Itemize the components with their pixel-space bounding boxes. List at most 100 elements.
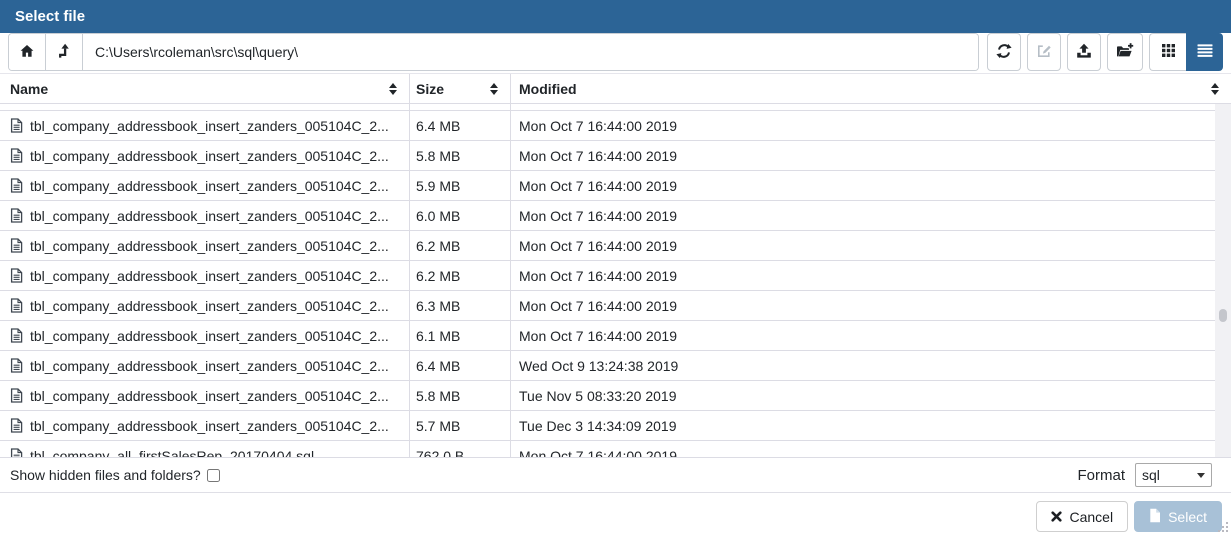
- path-input[interactable]: [83, 34, 978, 70]
- rename-button[interactable]: [1027, 33, 1061, 71]
- file-text-icon: [10, 448, 23, 458]
- new-folder-button[interactable]: [1107, 33, 1143, 71]
- file-text-icon: [10, 388, 23, 403]
- file-modified: Tue Nov 5 08:33:20 2019: [511, 381, 1215, 410]
- select-file-dialog: Select file: [0, 0, 1231, 540]
- resize-grip[interactable]: [1217, 520, 1229, 538]
- file-size: 5.7 MB: [410, 411, 511, 440]
- file-name: tbl_company_addressbook_insert_zanders_0…: [30, 148, 389, 164]
- file-size: 762.0 B: [410, 441, 511, 458]
- file-row[interactable]: tbl_company_addressbook_insert_zanders_0…: [0, 231, 1215, 261]
- dialog-titlebar: Select file: [0, 0, 1231, 33]
- upload-icon: [1076, 43, 1092, 62]
- file-text-icon: [10, 178, 23, 193]
- show-hidden-label: Show hidden files and folders?: [10, 467, 201, 483]
- file-modified: Mon Oct 7 16:44:00 2019: [511, 321, 1215, 350]
- file-modified: Mon Oct 7 16:44:00 2019: [511, 291, 1215, 320]
- file-modified: Mon Oct 7 16:44:00 2019: [511, 231, 1215, 260]
- up-directory-button[interactable]: [46, 34, 83, 70]
- cancel-label: Cancel: [1069, 509, 1113, 525]
- file-text-icon: [10, 118, 23, 133]
- file-row[interactable]: tbl_company_addressbook_insert_zanders_0…: [0, 321, 1215, 351]
- table-header: Name Size Modified: [0, 74, 1231, 104]
- file-name: tbl_company_addressbook_insert_zanders_0…: [30, 238, 389, 254]
- column-label-size: Size: [416, 81, 444, 97]
- column-label-name: Name: [10, 81, 48, 97]
- vertical-scrollbar[interactable]: [1215, 104, 1231, 457]
- file-text-icon: [10, 268, 23, 283]
- file-name: tbl_company_addressbook_insert_zanders_0…: [30, 298, 389, 314]
- file-row[interactable]: tbl_company_addressbook_insert_zanders_0…: [0, 171, 1215, 201]
- file-size: 6.3 MB: [410, 291, 511, 320]
- level-up-icon: [57, 43, 72, 62]
- sort-icon: [1211, 83, 1219, 95]
- file-text-icon: [10, 418, 23, 433]
- file-row[interactable]: tbl_company_addressbook_insert_zanders_0…: [0, 201, 1215, 231]
- scrollbar-thumb[interactable]: [1219, 309, 1227, 322]
- file-name: tbl_company_addressbook_insert_zanders_0…: [30, 118, 389, 134]
- file-name: tbl_company_addressbook_insert_zanders_0…: [30, 268, 389, 284]
- file-modified: Wed Oct 9 13:24:38 2019: [511, 351, 1215, 380]
- file-size: 6.4 MB: [410, 111, 511, 140]
- sort-icon: [389, 83, 397, 95]
- file-size: 5.8 MB: [410, 141, 511, 170]
- file-table-body-wrap: tbl_company_addressbook_insert_zanders_0…: [0, 104, 1231, 458]
- file-row[interactable]: tbl_company_addressbook_insert_zanders_0…: [0, 111, 1215, 141]
- file-size: 6.1 MB: [410, 321, 511, 350]
- toolbar: [0, 33, 1231, 74]
- cancel-button[interactable]: Cancel: [1036, 501, 1128, 532]
- file-row[interactable]: tbl_company_addressbook_insert_zanders_0…: [0, 141, 1215, 171]
- dialog-footer: Cancel Select: [0, 493, 1231, 540]
- file-modified: Mon Oct 7 16:44:00 2019: [511, 261, 1215, 290]
- column-header-modified[interactable]: Modified: [511, 74, 1231, 103]
- file-size: 6.2 MB: [410, 231, 511, 260]
- list-icon: [1197, 44, 1213, 60]
- file-row[interactable]: tbl_company_addressbook_insert_zanders_0…: [0, 291, 1215, 321]
- file-name: tbl_company_addressbook_insert_zanders_0…: [30, 208, 389, 224]
- file-name: tbl_company_addressbook_insert_zanders_0…: [30, 178, 389, 194]
- grid-view-button[interactable]: [1149, 33, 1186, 71]
- options-row: Show hidden files and folders? Format sq…: [0, 458, 1231, 493]
- show-hidden-checkbox[interactable]: [207, 469, 220, 482]
- home-button[interactable]: [9, 34, 46, 70]
- file-modified: Tue Dec 3 14:34:09 2019: [511, 411, 1215, 440]
- file-size: 6.0 MB: [410, 201, 511, 230]
- file-icon: [1149, 508, 1161, 526]
- file-name: tbl_company_addressbook_insert_zanders_0…: [30, 358, 389, 374]
- file-text-icon: [10, 238, 23, 253]
- toolbar-buttons: [987, 33, 1223, 71]
- home-icon: [19, 43, 35, 62]
- file-size: 6.2 MB: [410, 261, 511, 290]
- x-icon: [1051, 509, 1062, 525]
- format-select[interactable]: sql: [1135, 463, 1212, 487]
- pencil-square-icon: [1036, 43, 1052, 62]
- refresh-button[interactable]: [987, 33, 1021, 71]
- show-hidden-toggle: Show hidden files and folders?: [10, 467, 220, 483]
- path-group: [8, 33, 979, 71]
- file-table-body: tbl_company_addressbook_insert_zanders_0…: [0, 104, 1215, 458]
- file-row[interactable]: tbl_company_addressbook_insert_zanders_0…: [0, 411, 1215, 441]
- file-row[interactable]: tbl_company_addressbook_insert_zanders_0…: [0, 351, 1215, 381]
- file-size: 6.4 MB: [410, 351, 511, 380]
- refresh-icon: [996, 43, 1012, 62]
- file-text-icon: [10, 298, 23, 313]
- file-modified: Mon Oct 7 16:44:00 2019: [511, 111, 1215, 140]
- column-header-size[interactable]: Size: [410, 74, 511, 103]
- format-select-value: sql: [1142, 467, 1160, 483]
- file-size: 5.8 MB: [410, 381, 511, 410]
- column-label-modified: Modified: [519, 81, 577, 97]
- file-row[interactable]: tbl_company_addressbook_insert_zanders_0…: [0, 261, 1215, 291]
- file-row[interactable]: tbl_company_addressbook_insert_zanders_0…: [0, 381, 1215, 411]
- file-name: tbl_company_addressbook_insert_zanders_0…: [30, 328, 389, 344]
- file-row[interactable]: tbl_company_all_firstSalesRep_20170404.s…: [0, 441, 1215, 458]
- upload-button[interactable]: [1067, 33, 1101, 71]
- column-header-name[interactable]: Name: [0, 74, 410, 103]
- file-modified: Mon Oct 7 16:44:00 2019: [511, 141, 1215, 170]
- folder-plus-icon: [1116, 43, 1134, 62]
- select-button[interactable]: Select: [1134, 501, 1222, 532]
- file-text-icon: [10, 148, 23, 163]
- file-row-partial-top[interactable]: [0, 104, 1215, 111]
- list-view-button[interactable]: [1186, 33, 1223, 71]
- file-size: 5.9 MB: [410, 171, 511, 200]
- file-text-icon: [10, 358, 23, 373]
